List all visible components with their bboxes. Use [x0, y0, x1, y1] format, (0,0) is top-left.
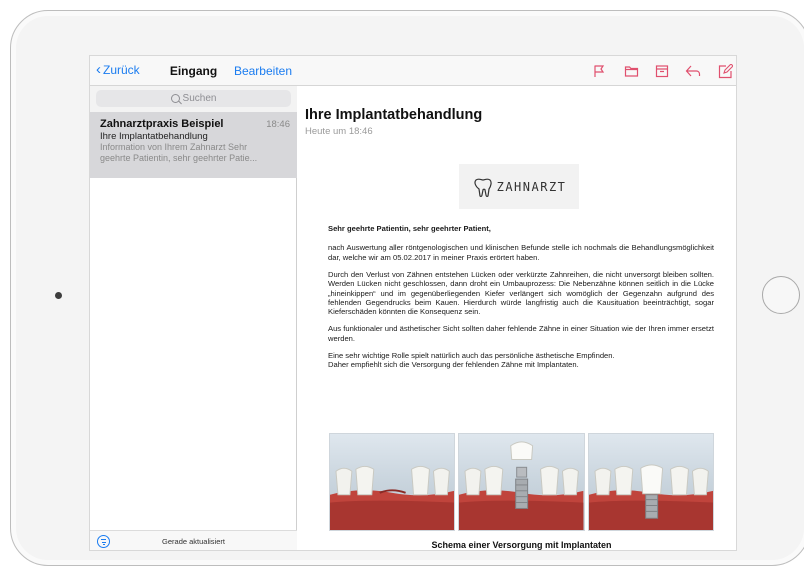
message-list-item[interactable]: Zahnarztpraxis Beispiel 18:46 Ihre Impla…	[90, 112, 297, 178]
practice-logo: ZAHNARZT	[459, 164, 579, 209]
archive-icon[interactable]	[654, 63, 670, 79]
letter-paragraph: Durch den Verlust von Zähnen entstehen L…	[328, 269, 714, 317]
search-icon	[170, 93, 180, 103]
letter-greeting: Sehr geehrte Patientin, sehr geehrter Pa…	[328, 224, 491, 233]
ipad-frame: ‹ Zurück Eingang Bearbeiten Suchen Zahna…	[10, 10, 804, 566]
message-subject: Ihre Implantatbehandlung	[100, 131, 208, 142]
letter-paragraph: Eine sehr wichtige Rolle spielt natürlic…	[328, 350, 615, 360]
letter-paragraph: nach Auswertung aller röntgenologischen …	[328, 243, 714, 262]
tooth-logo-icon	[474, 178, 492, 197]
message-toolbar	[297, 56, 736, 86]
update-status: Gerade aktualisiert	[162, 537, 225, 546]
letter-paragraph: Daher empfiehlt sich die Versorgung der …	[328, 359, 579, 369]
front-camera	[55, 292, 62, 299]
mailbox-sidebar: ‹ Zurück Eingang Bearbeiten Suchen Zahna…	[90, 56, 297, 550]
message-preview-line-2: geehrte Patientin, sehr geehrter Patie..…	[100, 153, 258, 163]
implant-illustrations	[329, 433, 714, 531]
home-button[interactable]	[762, 276, 800, 314]
search-placeholder: Suchen	[182, 93, 217, 104]
folder-icon[interactable]	[623, 63, 639, 79]
message-date: Heute um 18:46	[305, 126, 373, 137]
illustration-implant-insertion	[458, 433, 585, 531]
flag-icon[interactable]	[591, 63, 607, 79]
letter-paragraph: Aus funktionaler und ästhetischer Sicht …	[328, 324, 714, 343]
message-preview-line-1: Information von Ihrem Zahnarzt Sehr	[100, 142, 248, 152]
letter-body: Sehr geehrte Patientin, sehr geehrter Pa…	[328, 224, 714, 377]
illustration-implant-crown	[587, 433, 714, 531]
mail-app-screen: ‹ Zurück Eingang Bearbeiten Suchen Zahna…	[89, 55, 737, 551]
illustration-caption: Schema einer Versorgung mit Implantaten	[431, 540, 612, 550]
message-title: Ihre Implantatbehandlung	[305, 107, 483, 123]
illustration-tooth-gap	[329, 433, 456, 531]
message-time: 18:46	[266, 119, 290, 130]
edit-button[interactable]: Bearbeiten	[234, 64, 292, 78]
sidebar-nav-bar: ‹ Zurück Eingang Bearbeiten	[90, 56, 297, 86]
logo-text: ZAHNARZT	[496, 179, 567, 194]
message-view: Ihre Implantatbehandlung Heute um 18:46 …	[297, 56, 736, 550]
message-sender: Zahnarztpraxis Beispiel	[100, 118, 224, 130]
compose-icon[interactable]	[717, 63, 733, 79]
reply-icon[interactable]	[685, 63, 701, 79]
sidebar-footer: Gerade aktualisiert	[90, 530, 297, 550]
search-bar: Suchen	[90, 86, 297, 112]
search-input[interactable]: Suchen	[96, 90, 291, 107]
